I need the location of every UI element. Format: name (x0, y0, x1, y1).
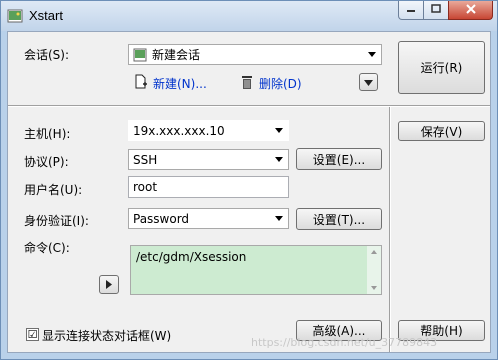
username-input[interactable]: root (128, 176, 289, 198)
xstart-window: Xstart 会话(S): 新建会话 新建(N)... 删除(D) 运行(R) … (0, 0, 498, 360)
auth-label: 身份验证(I): (24, 214, 89, 228)
new-session-link[interactable]: 新建(N)... (134, 74, 207, 93)
run-button-label: 运行(R) (420, 61, 463, 75)
session-label: 会话(S): (24, 48, 70, 62)
window-title: Xstart (29, 8, 63, 23)
new-document-icon (134, 74, 148, 93)
session-icon (133, 48, 147, 62)
session-select[interactable]: 新建会话 (128, 44, 382, 65)
show-status-checkbox[interactable]: ☑ (26, 328, 39, 341)
chevron-down-icon (275, 216, 283, 221)
protocol-settings-button[interactable]: 设置(E)... (296, 148, 382, 170)
host-value: 19x.xxx.xxx.10 (133, 123, 225, 138)
chevron-down-icon (368, 52, 376, 57)
section-divider (8, 105, 490, 107)
save-button[interactable]: 保存(V) (398, 121, 485, 141)
dialog-body: 会话(S): 新建会话 新建(N)... 删除(D) 运行(R) 主机(H): … (7, 31, 491, 353)
check-icon: ☑ (27, 328, 38, 341)
close-icon (465, 3, 477, 18)
auth-settings-button[interactable]: 设置(T)... (296, 208, 382, 230)
chevron-right-icon (106, 278, 112, 292)
new-session-label: 新建(N)... (153, 77, 207, 91)
show-status-label: 显示连接状态对话框(W) (42, 329, 172, 343)
auth-select[interactable]: Password (128, 208, 289, 229)
command-expand-button[interactable] (99, 275, 119, 294)
maximize-button[interactable] (423, 1, 449, 20)
protocol-settings-label: 设置(E)... (312, 152, 366, 167)
protocol-label: 协议(P): (24, 155, 69, 169)
minimize-button[interactable] (398, 1, 424, 20)
save-button-label: 保存(V) (420, 124, 463, 139)
command-textarea[interactable]: /etc/gdm/Xsession (130, 245, 382, 295)
trash-icon (240, 74, 254, 93)
protocol-select[interactable]: SSH (128, 149, 289, 170)
minimize-icon (406, 3, 416, 17)
session-options-button[interactable] (359, 73, 378, 91)
host-combo[interactable]: 19x.xxx.xxx.10 (128, 120, 289, 141)
scroll-arrows-icon (371, 250, 377, 290)
command-value: /etc/gdm/Xsession (136, 250, 247, 264)
protocol-value: SSH (133, 152, 158, 167)
auth-value: Password (133, 211, 190, 226)
session-value: 新建会话 (152, 48, 201, 62)
chevron-down-icon (275, 128, 283, 133)
username-value: root (133, 180, 158, 194)
title-bar[interactable]: Xstart (1, 1, 497, 31)
run-button[interactable]: 运行(R) (398, 41, 485, 94)
command-label: 命令(C): (24, 241, 70, 255)
auth-settings-label: 设置(T)... (312, 212, 366, 227)
app-icon (7, 8, 23, 24)
chevron-down-icon (364, 75, 373, 89)
vertical-divider (389, 107, 391, 352)
delete-session-label: 删除(D) (259, 77, 302, 91)
command-scrollbar[interactable] (367, 246, 381, 294)
maximize-icon (431, 3, 441, 17)
close-button[interactable] (448, 1, 493, 20)
host-label: 主机(H): (24, 127, 71, 141)
watermark-text: https://blog.csdn.net/u_37789843 (251, 336, 438, 349)
username-label: 用户名(U): (24, 183, 83, 197)
chevron-down-icon (275, 157, 283, 162)
delete-session-link[interactable]: 删除(D) (240, 74, 302, 93)
